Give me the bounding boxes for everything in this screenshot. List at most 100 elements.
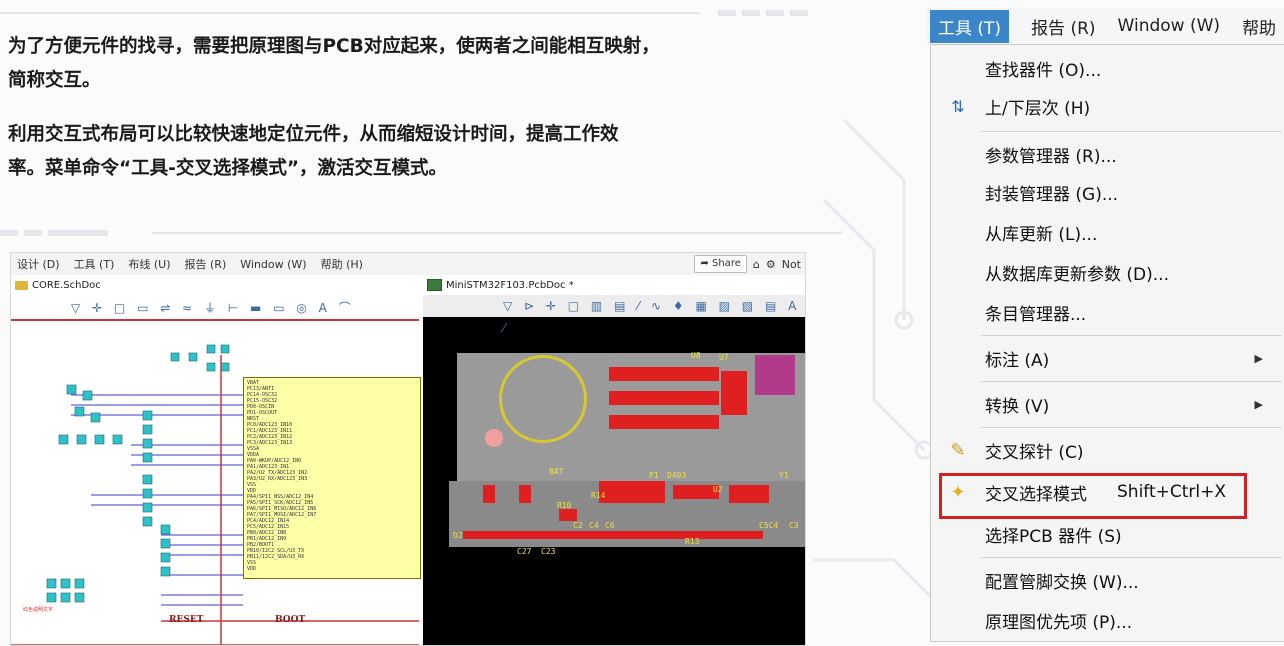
decor-dash — [48, 230, 108, 236]
gear-icon[interactable]: ⚙ — [766, 258, 776, 271]
probe-icon: ✎ — [950, 439, 966, 461]
pad — [485, 429, 503, 447]
menu-item-label: 交叉探针 (C) — [985, 442, 1084, 463]
menu-help[interactable]: 帮助 (H) — [321, 256, 363, 272]
menu-item-cross-probe[interactable]: ✎ 交叉探针 (C) — [931, 427, 1284, 473]
pad — [755, 355, 795, 395]
pcb-label-c6: C6 — [605, 521, 615, 530]
menu-item-select-pcb-components[interactable]: 选择PCB 器件 (S) — [931, 511, 1284, 557]
submenu-arrow-icon: ▶ — [1254, 351, 1263, 365]
reset-label: RESET — [169, 615, 204, 625]
pcb-label-c27: C27 — [517, 547, 532, 556]
pad — [609, 391, 719, 405]
menu-item-label: 从数据库更新参数 (D)... — [985, 264, 1169, 285]
pcb-label-d2: D2 — [453, 531, 463, 540]
pcb-canvas[interactable]: ▽ ⊳ ✛ □ ▥ ▤ ⁄ ∿ ♦ ▦ ▨ ▧ ▤ A ⁄ BAT U8 U7 … — [423, 295, 805, 645]
share-label: Share — [712, 258, 741, 269]
mcu-symbol[interactable]: VBAT PC13/ANTI PC14-OSC32 PC15-OSC32 PD0… — [243, 377, 421, 579]
pcb-label-c3: C3 — [789, 521, 799, 530]
decor-dash — [0, 230, 18, 236]
menu-item-item-manager[interactable]: 条目管理器... — [931, 289, 1284, 335]
pcb-label-r14: R14 — [591, 491, 606, 500]
pcb-label-u2: U2 — [713, 485, 723, 494]
mcu-pin-list: VBAT PC13/ANTI PC14-OSC32 PC15-OSC32 PD0… — [247, 380, 317, 572]
menu-route[interactable]: 布线 (U) — [128, 256, 170, 272]
menu-item-schematic-preferences[interactable]: 原理图优先项 (P)... — [931, 597, 1284, 643]
paragraph-2-line-2: 率。菜单命令“工具-交叉选择模式”，激活交互模式。 — [8, 158, 447, 179]
menu-window[interactable]: Window (W) — [240, 258, 306, 271]
paragraph-2: 利用交互式布局可以比较快速地定位元件，从而缩短设计时间，提高工作效 率。菜单命令… — [8, 118, 848, 186]
tools-dropdown: 查找器件 (O)... ⇅ 上/下层次 (H) 参数管理器 (R)... 封装管… — [930, 44, 1284, 642]
pcb-toolbar: ▽ ⊳ ✛ □ ▥ ▤ ⁄ ∿ ♦ ▦ ▨ ▧ ▤ A ⁄ — [423, 295, 805, 335]
home-icon[interactable]: ⌂ — [753, 258, 760, 271]
pcb-label-d403: D403 — [667, 471, 687, 480]
paragraph-1-line-1: 为了方便元件的找寻，需要把原理图与PCB对应起来，使两者之间能相互映射， — [8, 36, 660, 57]
menu-top-help[interactable]: 帮助 — [1242, 14, 1276, 39]
decor-dash — [718, 10, 736, 16]
folder-icon — [15, 280, 28, 290]
paragraph-1-line-2: 简称交互。 — [8, 70, 101, 91]
paragraph-1: 为了方便元件的找寻，需要把原理图与PCB对应起来，使两者之间能相互映射， 简称交… — [8, 30, 848, 98]
menu-top-bar: 工具 (T) 报告 (R) Window (W) 帮助 — [926, 8, 1284, 44]
menu-item-label: 转换 (V) — [985, 396, 1050, 417]
schematic-canvas[interactable]: ▽ ✛ □ ▭ ⇌ ≈ ⏚ ⊢ ▬ ▭ ◎ A ⌒ 红色说明文字 VBAT PC… — [11, 295, 421, 645]
pcb-label-f1: F1 — [649, 471, 659, 480]
pcb-file-icon — [427, 279, 442, 291]
share-button[interactable]: ➦ Share — [694, 255, 747, 273]
decor-line-mid — [152, 232, 842, 234]
pcb-label-bat: BAT — [549, 467, 564, 476]
pcb-label-r10: R10 — [557, 501, 572, 510]
paragraph-2-line-1: 利用交互式布局可以比较快速地定位元件，从而缩短设计时间，提高工作效 — [8, 124, 619, 145]
altium-screenshot: 设计 (D) 工具 (T) 布线 (U) 报告 (R) Window (W) 帮… — [10, 252, 806, 646]
boot-label: BOOT — [275, 615, 306, 625]
menu-item-label: 查找器件 (O)... — [985, 60, 1102, 81]
pcb-label-y1: Y1 — [779, 471, 789, 480]
battery-footprint[interactable] — [499, 355, 587, 443]
menu-top-window[interactable]: Window (W) — [1118, 16, 1221, 36]
pad — [609, 415, 719, 429]
schematic-note: 红色说明文字 — [23, 606, 53, 613]
pcb-label-r13: R13 — [685, 537, 700, 546]
decor-dash — [766, 10, 784, 16]
menu-item-label: 封装管理器 (G)... — [985, 184, 1119, 205]
pcb-label-c2: C2 — [573, 521, 583, 530]
menu-design[interactable]: 设计 (D) — [17, 256, 60, 272]
menu-item-label: 配置管脚交换 (W)... — [985, 572, 1139, 593]
pad — [559, 509, 577, 521]
menu-item-up-down-hierarchy[interactable]: ⇅ 上/下层次 (H) — [931, 83, 1284, 129]
pcb-label-u7: U7 — [719, 353, 729, 362]
notifications-label[interactable]: Not — [782, 258, 801, 271]
menu-item-label: 参数管理器 (R)... — [985, 146, 1117, 167]
tab-pcb[interactable]: MiniSTM32F103.PcbDoc * — [423, 276, 574, 294]
tab-pcb-label: MiniSTM32F103.PcbDoc * — [446, 279, 574, 291]
pad — [483, 485, 495, 503]
tab-schematic[interactable]: CORE.SchDoc — [11, 276, 101, 294]
menu-item-label: 条目管理器... — [985, 304, 1087, 325]
decor-line-top — [0, 12, 700, 14]
menu-item-label: 上/下层次 (H) — [985, 98, 1091, 119]
pad — [721, 371, 747, 415]
pcb-label-u8: U8 — [691, 351, 701, 360]
pad — [729, 485, 769, 503]
menu-item-convert[interactable]: 转换 (V) ▶ — [931, 381, 1284, 427]
menu-item-label: 标注 (A) — [985, 350, 1050, 371]
pcb-label-c23: C23 — [541, 547, 556, 556]
submenu-arrow-icon: ▶ — [1254, 397, 1263, 411]
menu-top-report[interactable]: 报告 (R) — [1031, 14, 1095, 39]
decor-dash — [24, 230, 42, 236]
tab-schematic-label: CORE.SchDoc — [32, 279, 101, 291]
menu-report[interactable]: 报告 (R) — [185, 256, 227, 272]
share-icon: ➦ — [700, 258, 712, 269]
decor-dash — [790, 10, 808, 16]
menu-item-label: 选择PCB 器件 (S) — [985, 526, 1122, 547]
pad — [599, 481, 665, 503]
menu-item-annotation[interactable]: 标注 (A) ▶ — [931, 335, 1284, 381]
pad — [519, 485, 531, 503]
menu-top-tools[interactable]: 工具 (T) — [930, 9, 1010, 43]
app-menubar: 设计 (D) 工具 (T) 布线 (U) 报告 (R) Window (W) 帮… — [11, 253, 805, 275]
menu-tools[interactable]: 工具 (T) — [74, 256, 115, 272]
tools-menu-screenshot: 工具 (T) 报告 (R) Window (W) 帮助 查找器件 (O)... … — [926, 0, 1284, 644]
pcb-label-c4: C4 — [589, 521, 599, 530]
pad — [609, 367, 719, 381]
menu-item-label: 从库更新 (L)... — [985, 224, 1098, 245]
